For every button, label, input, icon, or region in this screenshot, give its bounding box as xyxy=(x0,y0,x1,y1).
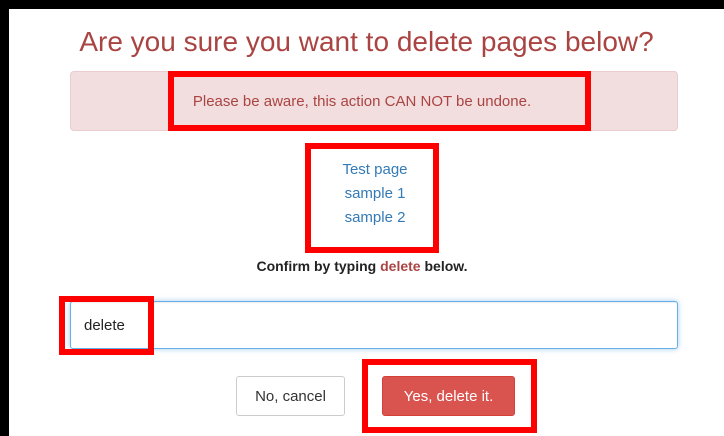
page-link-test-page[interactable]: Test page xyxy=(310,158,440,182)
pages-to-delete-list: Test page sample 1 sample 2 xyxy=(310,158,440,230)
page-link-sample-2[interactable]: sample 2 xyxy=(310,206,440,230)
confirm-instruction: Confirm by typing delete below. xyxy=(0,258,724,274)
cancel-button[interactable]: No, cancel xyxy=(236,376,345,416)
confirm-delete-button[interactable]: Yes, delete it. xyxy=(382,376,515,416)
page-link-sample-1[interactable]: sample 1 xyxy=(310,182,440,206)
black-border-left xyxy=(0,0,9,436)
dialog-title: Are you sure you want to delete pages be… xyxy=(79,26,654,57)
confirm-delete-input[interactable] xyxy=(70,301,678,349)
confirm-prefix: Confirm by typing xyxy=(256,258,381,274)
warning-text: Please be aware, this action CAN NOT be … xyxy=(192,93,532,110)
black-border-top xyxy=(0,0,724,9)
confirm-suffix: below. xyxy=(420,258,468,274)
confirm-keyword: delete xyxy=(380,258,421,274)
